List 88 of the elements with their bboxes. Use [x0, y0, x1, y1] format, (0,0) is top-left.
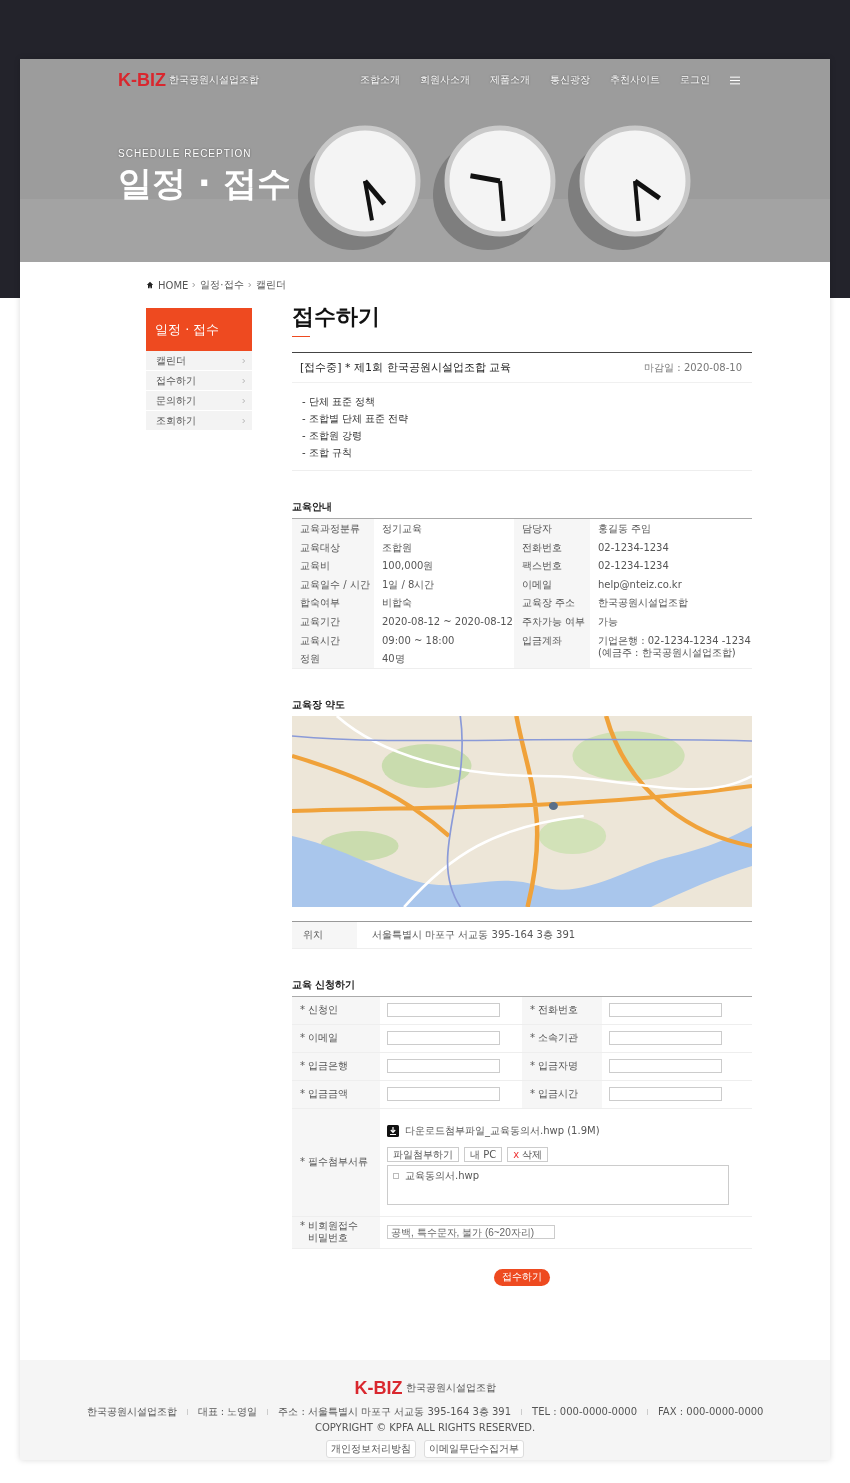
info-label: 교육비 [292, 556, 374, 575]
input-field[interactable] [609, 1003, 722, 1018]
info-value: 02-1234-1234 [597, 540, 670, 555]
field-label: * 입금은행 [292, 1052, 380, 1081]
breadcrumb-link[interactable]: 캘린더 [255, 278, 286, 292]
info-value: help@nteiz.co.kr [597, 577, 683, 592]
sidebar-item[interactable]: 접수하기 [146, 371, 252, 390]
field-label: * 신청인 [292, 996, 380, 1025]
field-label: * 필수첨부서류 [292, 1108, 380, 1217]
footer-info: 주소 : 서울특별시 마포구 서교동 395-164 3층 391 [278, 1404, 512, 1419]
info-value: 비합숙 [381, 596, 413, 611]
info-value: 2020-08-12 ~ 2020-08-12 [381, 614, 514, 629]
info-value: 홍길동 주임 [597, 522, 653, 536]
input-field[interactable] [387, 1087, 500, 1102]
chevron-icon [242, 417, 246, 424]
chevron-icon [242, 357, 246, 364]
field-label: * 전화번호 [522, 996, 602, 1025]
footer-info: 한국공원시설업조합 [86, 1404, 177, 1419]
info-value: 가능 [597, 614, 619, 629]
chevron-icon [247, 282, 252, 288]
breadcrumb-link[interactable]: HOME [158, 279, 189, 291]
post-line: - 조합 규칙 [302, 447, 353, 458]
sidebar-item[interactable]: 캘린더 [146, 351, 252, 370]
info-value: 02-1234-1234 [597, 559, 670, 574]
post-line: - 단체 표준 정책 [302, 396, 377, 407]
footer-link[interactable]: 이메일무단수집거부 [424, 1439, 524, 1458]
info-value: 한국공원시설업조합 [597, 596, 689, 611]
info-value: 100,000원 [381, 559, 435, 574]
footer-info: FAX : 000-0000-0000 [658, 1406, 764, 1418]
checkbox[interactable] [393, 1172, 399, 1179]
location-label: 위치 [292, 921, 357, 948]
info-value: 09:00 ~ 18:00 [381, 633, 456, 648]
home-icon[interactable] [146, 281, 154, 289]
info-label: 합숙여부 [292, 593, 374, 612]
info-label: 정원 [292, 649, 374, 668]
deadline-text: 마감일 : 2020-08-10 [644, 360, 742, 375]
download-icon[interactable] [387, 1124, 399, 1137]
sidebar-title: 일정 · 접수 [146, 308, 252, 351]
footer-link[interactable]: 개인정보처리방침 [326, 1439, 416, 1458]
input-field[interactable] [387, 1059, 500, 1074]
download-link[interactable]: 다운로드첨부파일_교육동의서.hwp (1.9M) [405, 1123, 600, 1138]
info-label: 팩스번호 [514, 556, 590, 575]
field-label: * 입금금액 [292, 1080, 380, 1109]
sidebar-item[interactable]: 문의하기 [146, 391, 252, 410]
post-line: - 조합별 단체 표준 전략 [302, 413, 410, 424]
chevron-icon [242, 377, 246, 384]
input-field[interactable] [609, 1031, 722, 1046]
field-label: * 비회원접수 비밀번호 [292, 1216, 380, 1249]
hero-subtitle: SCHEDULE RECEPTION [118, 148, 253, 159]
menu-icon[interactable] [730, 75, 740, 85]
location-value: 서울특별시 마포구 서교동 395-164 3층 391 [371, 927, 576, 942]
info-label: 교육과정분류 [292, 519, 374, 538]
submit-button[interactable]: 접수하기 [494, 1268, 550, 1286]
page-title: 접수하기 [292, 303, 381, 331]
info-label: 입금계좌 [514, 630, 590, 668]
sidebar-item[interactable]: 조회하기 [146, 411, 252, 430]
attach-file-button[interactable]: 파일첨부하기 [387, 1146, 459, 1162]
info-value: 정기교육 [381, 522, 423, 536]
section-title: 교육 신청하기 [292, 978, 357, 991]
section-title: 교육안내 [292, 501, 333, 513]
my-pc-button[interactable]: 내 PC [464, 1146, 503, 1162]
file-name: 교육동의서.hwp [405, 1168, 480, 1183]
input-field[interactable] [609, 1059, 722, 1074]
post-line: - 조합원 강령 [302, 430, 363, 441]
input-field[interactable] [387, 1003, 500, 1018]
info-value: 기업은행 : 02-1234-1234 -1234 (예금주 : 한국공원시설업조합) [597, 633, 752, 660]
info-value: 조합원 [381, 540, 413, 555]
field-label: * 입금자명 [522, 1052, 602, 1081]
field-label: * 이메일 [292, 1024, 380, 1053]
input-field[interactable] [387, 1031, 500, 1046]
breadcrumb-link[interactable]: 일정·접수 [200, 278, 244, 292]
field-label: * 소속기관 [522, 1024, 602, 1053]
footer-info: TEL : 000-0000-0000 [532, 1406, 638, 1418]
post-title: [접수중] * 제1회 한국공원시설업조합 교육 [300, 360, 512, 375]
delete-button[interactable]: x 삭제 [507, 1146, 549, 1162]
info-label: 담당자 [514, 519, 590, 538]
chevron-icon [242, 397, 246, 404]
info-value: 1일 / 8시간 [381, 577, 436, 592]
hero-title: 일정 · 접수 [118, 165, 292, 203]
copyright-text: COPYRIGHT © KPFA ALL RIGHTS RESERVED. [314, 1421, 536, 1433]
field-label: * 입금시간 [522, 1080, 602, 1109]
info-label: 교육장 주소 [514, 593, 590, 612]
input-field[interactable] [609, 1087, 722, 1102]
info-value: 40명 [381, 652, 406, 667]
footer-info: 대표 : 노영일 [197, 1404, 258, 1419]
chevron-icon [192, 282, 197, 288]
section-title: 교육장 약도 [292, 698, 347, 711]
password-field[interactable]: 공백, 특수문자, 불가 (6~20자리) [387, 1225, 555, 1240]
